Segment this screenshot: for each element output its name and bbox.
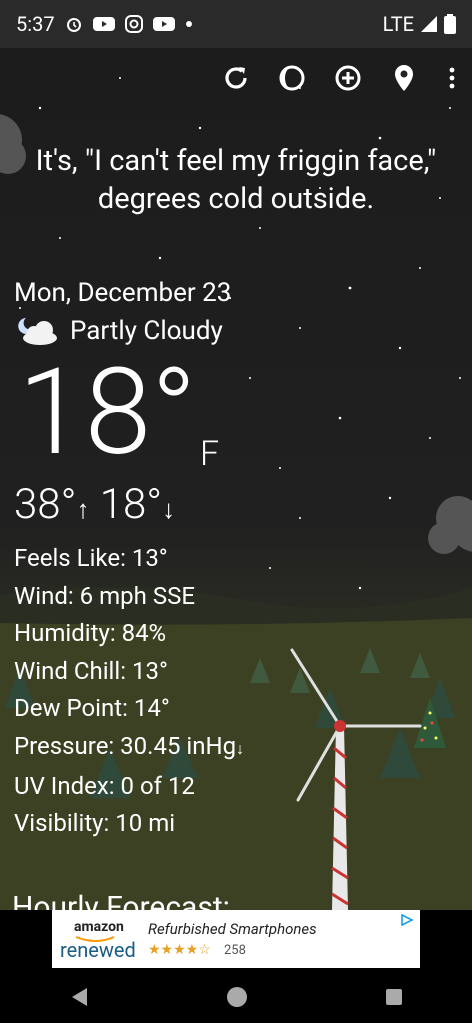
wind: Wind: 6 mph SSE xyxy=(14,581,195,610)
high-low-row: 38°↑ 18°↓ xyxy=(14,480,175,529)
youtube-icon xyxy=(152,17,175,31)
low-temp: 18° xyxy=(99,480,163,529)
date-label: Mon, December 23 xyxy=(14,278,232,308)
ad-banner[interactable]: amazon renewed Refurbished Smartphones ★… xyxy=(0,910,472,970)
pressure: Pressure: 30.45 inHg xyxy=(14,731,237,760)
notification-dot-icon xyxy=(185,21,192,27)
status-bar: 5:37 LTE xyxy=(0,0,472,48)
refresh-button[interactable] xyxy=(220,62,252,94)
ad-brand-top: amazon xyxy=(74,919,124,935)
condition-row: Partly Cloudy xyxy=(14,316,223,346)
ad-rating-count: 258 xyxy=(224,943,246,958)
system-navigation-bar xyxy=(0,970,472,1023)
temperature-unit: F xyxy=(200,434,220,474)
ad-headline: Refurbished Smartphones xyxy=(148,920,317,938)
overflow-menu-button[interactable] xyxy=(444,62,460,94)
wind-chill: Wind Chill: 13° xyxy=(14,656,168,685)
refresh-icon xyxy=(225,67,247,89)
more-vert-icon xyxy=(449,67,455,89)
dew-point: Dew Point: 14° xyxy=(14,694,170,723)
pressure-falling-icon: ↓ xyxy=(236,738,245,758)
network-type: LTE xyxy=(382,12,414,36)
feels-like: Feels Like: 13° xyxy=(14,544,168,572)
arrow-up-icon: ↑ xyxy=(76,495,90,525)
add-location-button[interactable] xyxy=(332,62,364,94)
adchoices-icon[interactable] xyxy=(400,914,414,926)
condition-label: Partly Cloudy xyxy=(70,316,223,346)
clock-time: 5:37 xyxy=(16,12,55,36)
location-pin-icon xyxy=(395,65,413,91)
hourly-forecast-heading: Hourly Forecast: xyxy=(12,890,230,910)
back-button[interactable] xyxy=(69,986,89,1008)
ad-rating-stars: ★★★★☆ xyxy=(148,942,211,958)
weather-scene: It's, "I can't feel my friggin face," de… xyxy=(0,48,472,910)
theme-button[interactable] xyxy=(276,62,308,94)
location-button[interactable] xyxy=(388,62,420,94)
youtube-icon xyxy=(92,17,115,31)
recents-button[interactable] xyxy=(385,988,403,1006)
weather-details: Feels Like: 13° Wind: 6 mph SSE Humidity… xyxy=(14,540,244,843)
uv-index: UV Index: 0 of 12 xyxy=(14,771,195,800)
pressure-row: Pressure: 30.45 inHg↓ xyxy=(14,728,244,768)
ad-card[interactable]: amazon renewed Refurbished Smartphones ★… xyxy=(52,910,420,968)
arrow-down-icon: ↓ xyxy=(162,495,176,525)
add-circle-icon xyxy=(335,65,361,91)
current-temperature: 18° xyxy=(18,343,197,483)
battery-icon xyxy=(444,14,456,34)
alarm-icon xyxy=(66,18,81,32)
signal-icon xyxy=(421,16,437,32)
top-action-bar xyxy=(220,62,460,94)
ad-brand-bottom: renewed xyxy=(60,938,136,962)
moon-phase-icon xyxy=(279,65,305,91)
weather-quip: It's, "I can't feel my friggin face," de… xyxy=(35,144,437,216)
humidity: Humidity: 84% xyxy=(14,619,167,648)
visibility: Visibility: 10 mi xyxy=(14,809,176,838)
high-temp: 38° xyxy=(14,480,77,529)
instagram-icon xyxy=(124,15,143,33)
home-button[interactable] xyxy=(226,986,248,1008)
partly-cloudy-night-icon xyxy=(18,318,57,345)
